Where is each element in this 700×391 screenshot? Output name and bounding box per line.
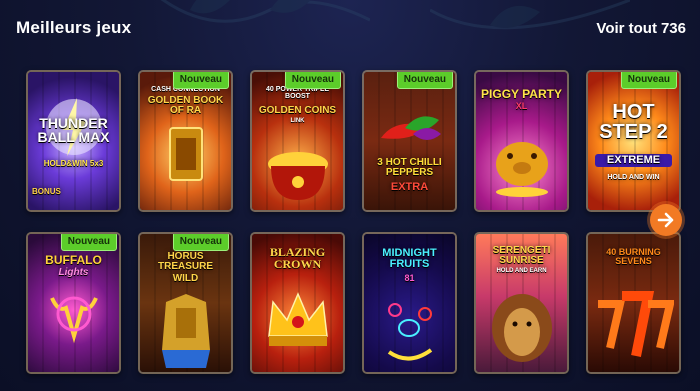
game-subtitle: EXTRA	[390, 181, 429, 193]
new-badge: Nouveau	[60, 234, 117, 251]
game-extra: HOLD AND WIN	[607, 174, 660, 181]
game-card-blazing-crown[interactable]: BLAZING CROWN	[250, 232, 345, 374]
game-card-thunder-ball-max[interactable]: THUNDER BALL MAX HOLD&WIN 5x3 BONUS	[26, 70, 121, 212]
game-subtitle: WILD	[172, 273, 199, 284]
game-subtitle: 81	[404, 273, 415, 283]
game-subtitle: XL	[515, 101, 528, 111]
game-card-golden-coins[interactable]: 40 POWER TRIPLE BOOST GOLDEN COINS LINK …	[250, 70, 345, 212]
game-subtitle: HOLD AND EARN	[496, 268, 547, 274]
piggy-bank-icon	[495, 142, 548, 197]
game-title: GOLDEN COINS	[258, 105, 337, 116]
game-title: HORUS TREASURE	[157, 251, 213, 272]
game-subtitle: Lights	[58, 267, 89, 278]
new-badge: Nouveau	[284, 72, 341, 89]
book-icon	[168, 127, 203, 181]
section-header: Meilleurs jeux Voir tout 736	[16, 18, 686, 38]
game-title: 40 BURNING SEVENS	[606, 247, 661, 266]
game-title: BUFFALO	[45, 253, 102, 267]
see-all-count: 736	[660, 19, 686, 37]
game-title: 3 HOT CHILLI PEPPERS	[377, 157, 442, 178]
new-badge: Nouveau	[396, 72, 453, 89]
game-title: BLAZING CROWN	[269, 245, 326, 271]
game-extra: LINK	[290, 118, 305, 124]
buffalo-icon	[49, 296, 98, 344]
see-all-link[interactable]: Voir tout 736	[596, 20, 686, 37]
game-card-buffalo-lights[interactable]: BUFFALO Lights Nouveau	[26, 232, 121, 374]
game-subtitle: EXTREME	[595, 154, 672, 167]
new-badge: Nouveau	[172, 234, 229, 251]
game-card-golden-book-of-ra[interactable]: CASH CONNECTION GOLDEN BOOK OF RA Nouvea…	[138, 70, 233, 212]
section-title: Meilleurs jeux	[16, 18, 132, 37]
lion-icon	[491, 294, 552, 362]
game-title: HOT STEP 2	[599, 101, 668, 143]
game-title: MIDNIGHT FRUITS	[382, 247, 437, 270]
game-title: THUNDER BALL MAX	[37, 115, 110, 145]
sevens-icon	[597, 291, 674, 357]
new-badge: Nouveau	[172, 72, 229, 89]
game-title: PIGGY PARTY	[481, 87, 562, 101]
game-title: SERENGETI SUNRISE	[492, 245, 551, 266]
next-arrow-button[interactable]	[650, 204, 682, 236]
game-card-midnight-fruits[interactable]: MIDNIGHT FRUITS 81	[362, 232, 457, 374]
game-card-3-hot-chilli-peppers[interactable]: 3 HOT CHILLI PEPPERS EXTRA Nouveau	[362, 70, 457, 212]
new-badge: Nouveau	[620, 72, 677, 89]
game-card-piggy-party[interactable]: PIGGY PARTY XL	[474, 70, 569, 212]
game-extra: BONUS	[32, 187, 61, 196]
arrow-right-icon	[657, 212, 674, 228]
neon-fruits-icon	[387, 303, 432, 361]
game-card-hot-step-2[interactable]: HOT STEP 2 EXTREME HOLD AND WIN Nouveau	[586, 70, 681, 212]
coin-pot-icon	[267, 152, 328, 200]
game-title: GOLDEN BOOK OF RA	[147, 95, 224, 116]
game-subtitle: HOLD&WIN 5x3	[43, 159, 104, 168]
chili-pepper-icon	[380, 116, 441, 140]
game-card-serengeti-sunrise[interactable]: SERENGETI SUNRISE HOLD AND EARN	[474, 232, 569, 374]
see-all-label: Voir tout	[596, 19, 657, 37]
game-card-horus-treasure-wild[interactable]: HORUS TREASURE WILD Nouveau	[138, 232, 233, 374]
pharaoh-icon	[161, 294, 210, 368]
crown-icon	[267, 292, 328, 346]
game-card-40-burning-sevens[interactable]: 40 BURNING SEVENS	[586, 232, 681, 374]
